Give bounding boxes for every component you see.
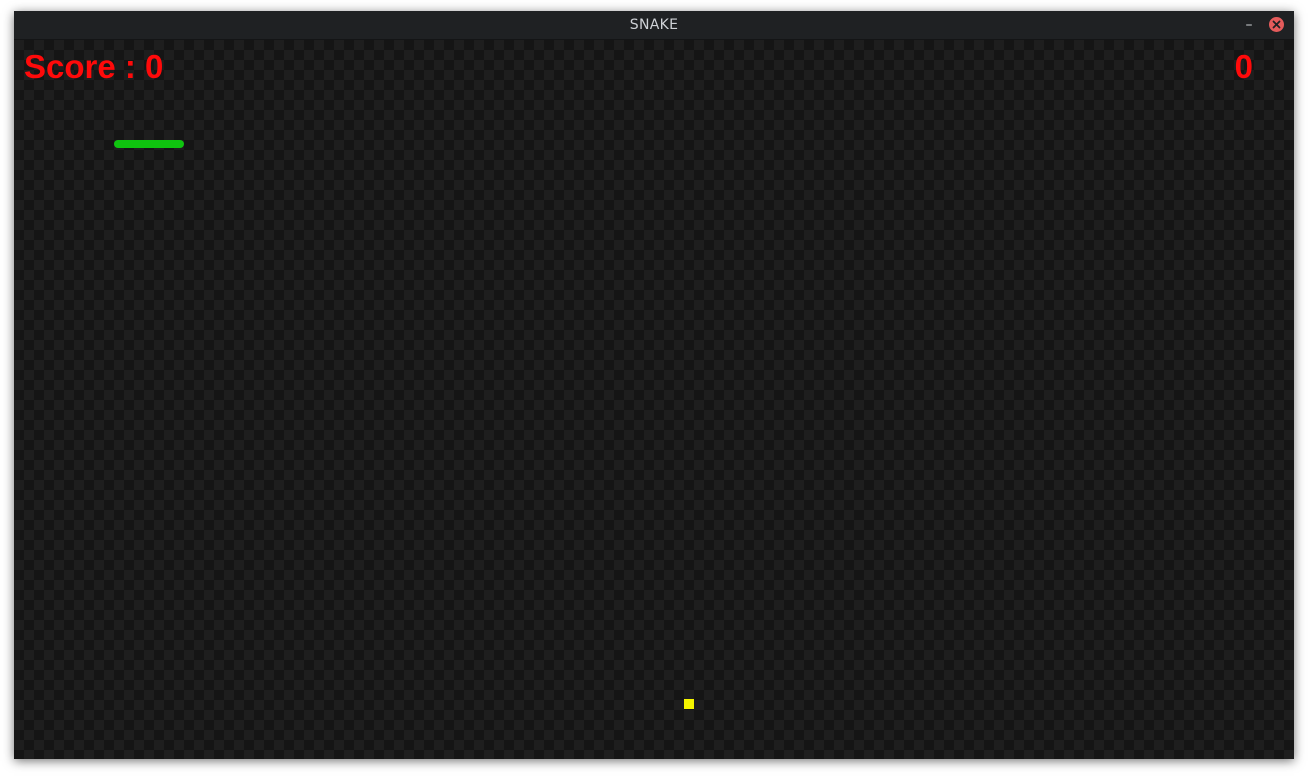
close-icon xyxy=(1272,20,1281,29)
minimize-button[interactable]: – xyxy=(1240,16,1258,34)
game-window: SNAKE – Score : 0 0 xyxy=(14,11,1294,759)
high-score-value: 0 xyxy=(1234,48,1253,85)
score-label: Score : 0 xyxy=(24,48,164,85)
snake xyxy=(114,140,184,148)
window-title: SNAKE xyxy=(629,17,679,33)
food-pellet xyxy=(684,699,694,709)
game-board[interactable]: Score : 0 0 xyxy=(14,40,1294,759)
close-button[interactable] xyxy=(1269,17,1284,32)
title-bar[interactable]: SNAKE – xyxy=(14,11,1294,40)
